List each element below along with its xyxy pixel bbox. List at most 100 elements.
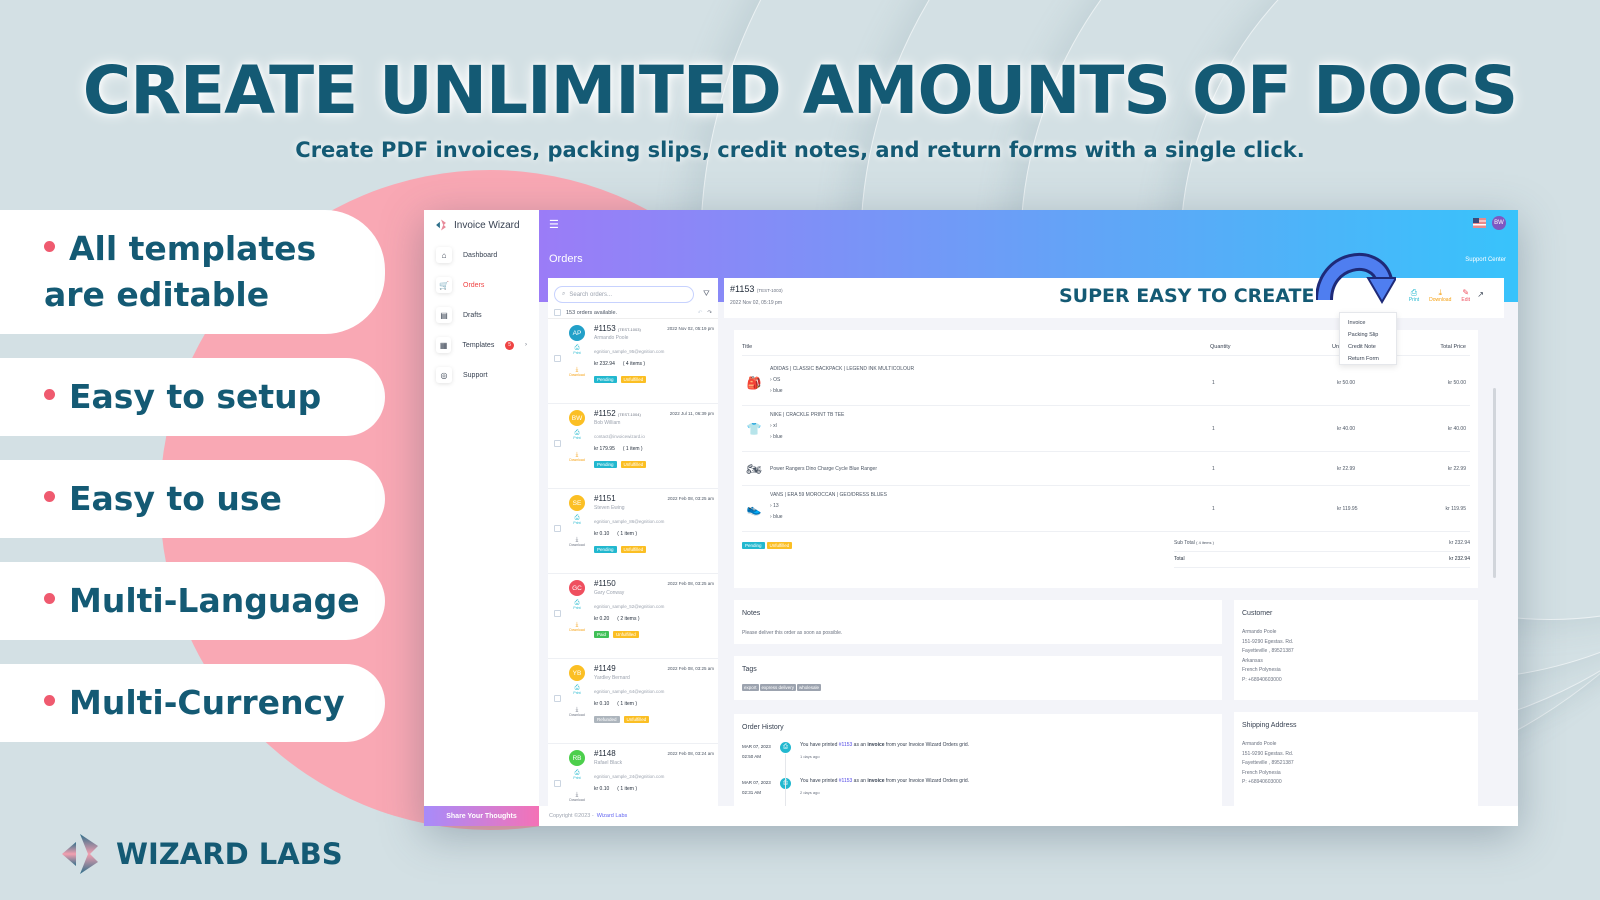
order-detail: #1153 (TEST-1003) 2022 Nov 02, 05:19 pm … <box>724 253 1504 814</box>
variant-text: › blue <box>770 388 783 394</box>
customer-email: contact@invoicewizard.io <box>594 434 645 439</box>
payment-status-badge: Paid <box>594 631 610 638</box>
sidebar-item-orders[interactable]: 🛒 Orders <box>424 270 539 300</box>
customer-email: egnition_sample_24@egnition.com <box>594 774 665 779</box>
app-name: Invoice Wizard <box>454 219 520 231</box>
subheadline: Create PDF invoices, packing slips, cred… <box>295 138 1305 162</box>
sidebar-item-label: Support <box>463 371 488 379</box>
customer-avatar: AP <box>569 325 585 341</box>
download-button[interactable]: ⤓ Download <box>565 792 589 803</box>
download-button[interactable]: ⤓ Download <box>565 707 589 718</box>
order-number: #1153 (TEST-1003) <box>594 324 641 333</box>
language-flag-icon[interactable] <box>1473 218 1486 228</box>
edit-icon: ✎ <box>1462 288 1470 297</box>
address-line: P: +68940603000 <box>1242 676 1282 683</box>
product-title: NIKE | CRACKLE PRINT TB TEE › xl › blue <box>770 412 845 440</box>
orders-count: 153 orders available. ↶ ↷ <box>548 307 718 319</box>
scrollbar[interactable] <box>1493 388 1496 578</box>
menu-item-return-form[interactable]: Return Form <box>1348 353 1388 365</box>
notes-title: Notes <box>742 610 761 617</box>
menu-item-credit-note[interactable]: Credit Note <box>1348 341 1388 353</box>
order-list-item[interactable]: SE ⎙ Print ⤓ Download #1151 2022 Feb 08, 0… <box>548 489 718 574</box>
print-button[interactable]: ⎙ Print <box>570 345 584 356</box>
order-link[interactable]: #1153 <box>839 742 853 748</box>
undo-icon[interactable]: ↶ <box>698 310 703 316</box>
address-line: 151-9290 Egestas. Rd. <box>1242 638 1294 645</box>
support-center-link[interactable]: Support Center <box>1465 257 1506 263</box>
bullet-dot <box>44 593 55 604</box>
download-icon: ⤓ <box>1438 288 1443 297</box>
print-button[interactable]: ⎙ Print <box>570 685 584 696</box>
order-list-item[interactable]: RB ⎙ Print ⤓ Download #1148 2022 Feb 08, 0… <box>548 744 718 806</box>
order-list-item[interactable]: AP ⎙ Print ⤓ Download #1153 (TEST-1003) 20… <box>548 319 718 404</box>
order-number: #1150 <box>594 579 616 588</box>
fulfillment-status-badge: Unfulfilled <box>766 542 793 549</box>
sidebar-item-dashboard[interactable]: ⌂ Dashboard <box>424 240 539 270</box>
print-button[interactable]: ⎙ Print <box>570 770 584 781</box>
external-link-icon[interactable]: ↗ <box>1477 290 1484 299</box>
address-line: French Polynesia <box>1242 667 1281 673</box>
download-button[interactable]: ⤓ Download <box>565 537 589 548</box>
tags-title: Tags <box>742 666 757 673</box>
order-actions: ⎙ Print ⤓ Download ✎ Edit <box>1409 288 1470 304</box>
order-checkbox[interactable] <box>554 780 561 787</box>
menu-toggle-icon[interactable]: ☰ <box>549 218 559 231</box>
feature-pill: Multi-Language <box>0 562 385 640</box>
order-link[interactable]: #1153 <box>839 778 853 784</box>
callout-text: SUPER EASY TO CREATE <box>1059 285 1315 307</box>
customer-email: egnition_sample_64@egnition.com <box>594 689 665 694</box>
fulfillment-status-badge: Unfulfilled <box>620 376 647 383</box>
download-button[interactable]: ⤓ Download <box>565 622 589 633</box>
print-button[interactable]: ⎙ Print <box>570 515 584 526</box>
user-avatar[interactable]: BW <box>1492 216 1506 230</box>
print-label: Print <box>573 606 581 610</box>
orders-list-panel: ⌕ Search orders... ⛛ 153 orders available… <box>548 278 718 806</box>
download-button[interactable]: ⤓ Download <box>565 367 589 378</box>
history-entry: MAR 07, 2023 02:50 AM ⎙ You have printed … <box>742 742 1212 772</box>
order-list-item[interactable]: BW ⎙ Print ⤓ Download #1152 (TEST-1004) 20… <box>548 404 718 489</box>
download-button[interactable]: ⤓ Download <box>1429 288 1451 304</box>
notes-text: Please deliver this order as soon as pos… <box>742 630 843 636</box>
customer-name: Yardley Bernard <box>594 675 630 681</box>
order-list-item[interactable]: YB ⎙ Print ⤓ Download #1149 2022 Feb 08, 0… <box>548 659 718 744</box>
column-total-price: Total Price <box>1440 344 1466 350</box>
address-line: Arkansas <box>1242 657 1263 664</box>
share-feedback-button[interactable]: Share Your Thoughts <box>424 806 539 826</box>
wizard-labs-link[interactable]: Wizard Labs <box>597 813 628 819</box>
app-logo[interactable]: Invoice Wizard <box>424 210 539 240</box>
feature-text: Multi-Currency <box>69 683 345 722</box>
order-checkbox[interactable] <box>554 440 561 447</box>
order-list-item[interactable]: GC ⎙ Print ⤓ Download #1150 2022 Feb 08, 0… <box>548 574 718 659</box>
order-checkbox[interactable] <box>554 610 561 617</box>
edit-button[interactable]: ✎ Edit <box>1461 288 1470 304</box>
sidebar-item-templates[interactable]: ▦ Templates 5 › <box>424 330 539 360</box>
print-label: Print <box>573 776 581 780</box>
order-number: #1152 (TEST-1004) <box>594 409 641 418</box>
select-all-checkbox[interactable] <box>554 309 561 316</box>
tag-chip[interactable]: export <box>742 684 759 691</box>
menu-item-packing-slip[interactable]: Packing Slip <box>1348 329 1388 341</box>
download-button[interactable]: ⤓ Download <box>565 452 589 463</box>
redo-icon[interactable]: ↷ <box>707 310 712 316</box>
total-price: kr 22.99 <box>1447 466 1466 472</box>
sidebar-item-drafts[interactable]: ▤ Drafts <box>424 300 539 330</box>
filter-icon[interactable]: ⛛ <box>703 289 710 299</box>
search-input[interactable]: ⌕ Search orders... <box>554 286 694 303</box>
history-text: You have printed #1153 as an invoice fro… <box>800 778 970 784</box>
tag-chip[interactable]: wholesale <box>797 684 822 691</box>
order-checkbox[interactable] <box>554 525 561 532</box>
menu-item-invoice[interactable]: Invoice <box>1348 317 1388 329</box>
print-button[interactable]: ⎙ Print <box>570 600 584 611</box>
curved-arrow-icon <box>1316 253 1396 304</box>
sidebar-item-support[interactable]: ◎ Support <box>424 360 539 390</box>
customer-name: Rafael Black <box>594 760 623 766</box>
payment-status-badge: Pending <box>594 546 617 553</box>
tag-chip[interactable]: express delivery <box>759 684 797 691</box>
product-title: Power Rangers Dino Charge Cycle Blue Ran… <box>770 466 877 472</box>
download-label: Download <box>569 458 585 462</box>
page-title: Orders <box>549 253 583 265</box>
print-button[interactable]: ⎙ Print <box>1409 289 1419 304</box>
print-button[interactable]: ⎙ Print <box>570 430 584 441</box>
order-checkbox[interactable] <box>554 355 561 362</box>
order-checkbox[interactable] <box>554 695 561 702</box>
